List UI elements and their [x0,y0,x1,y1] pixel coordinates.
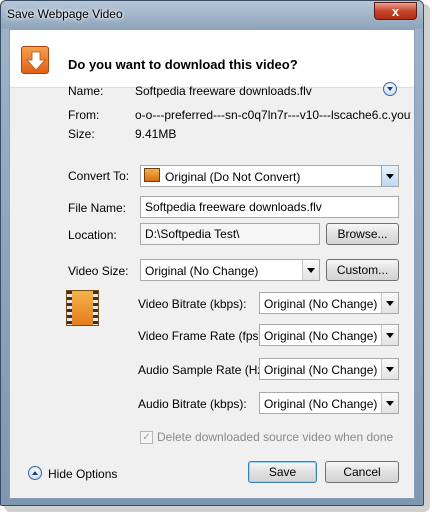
video-size-label: Video Size: [68,264,129,278]
chevron-down-icon [386,366,394,372]
browse-button[interactable]: Browse... [326,223,399,245]
video-size-dropdown-arrow[interactable] [302,260,319,280]
video-size-value: Original (No Change) [145,264,259,278]
convert-to-select[interactable]: Original (Do Not Convert) [140,165,399,187]
video-size-select[interactable]: Original (No Change) [140,259,320,281]
dialog-heading: Do you want to download this video? [68,57,298,72]
video-bitrate-label: Video Bitrate (kbps): [138,297,247,311]
delete-source-label: Delete downloaded source video when done [157,430,394,444]
save-webpage-video-window: Save Webpage Video x Do you want to down… [0,0,424,506]
convert-to-label: Convert To: [68,169,130,183]
custom-size-button[interactable]: Custom... [326,259,399,281]
checkmark-icon: ✓ [142,432,151,443]
frame-rate-label: Video Frame Rate (fps): [138,329,266,343]
chevron-down-icon [386,173,394,179]
frame-rate-dropdown-arrow[interactable] [381,325,398,345]
frame-rate-value: Original (No Change) [264,329,378,343]
convert-to-value: Original (Do Not Convert) [165,170,301,184]
location-field[interactable]: D:\Softpedia Test\ [140,223,320,245]
chevron-down-icon [386,300,394,306]
collapse-up-icon[interactable] [28,466,42,480]
video-bitrate-dropdown-arrow[interactable] [381,293,398,313]
chevron-down-icon [307,267,315,273]
delete-source-checkbox[interactable]: ✓ [140,431,153,444]
name-value: Softpedia freeware downloads.flv [135,84,312,98]
convert-dropdown-arrow[interactable] [381,166,398,186]
name-label: Name: [68,84,104,98]
sample-rate-value: Original (No Change) [264,363,378,377]
title-bar[interactable]: Save Webpage Video x [1,1,423,29]
from-value: o-o---preferred---sn-c0q7ln7r---v10---ls… [135,108,411,122]
size-label: Size: [68,127,95,141]
from-label: From: [68,108,100,122]
save-button[interactable]: Save [248,461,317,483]
location-label: Location: [68,228,117,242]
file-name-label: File Name: [68,201,127,215]
audio-bitrate-value: Original (No Change) [264,397,378,411]
header-band: Do you want to download this video? [10,30,414,88]
download-arrow-icon [21,46,49,74]
cancel-button[interactable]: Cancel [325,461,399,483]
hide-options-link[interactable]: Hide Options [48,467,117,481]
video-format-icon [144,168,160,182]
close-icon: x [391,3,400,19]
video-bitrate-value: Original (No Change) [264,297,378,311]
audio-bitrate-dropdown-arrow[interactable] [381,393,398,413]
sample-rate-label: Audio Sample Rate (Hz): [138,363,271,377]
file-name-input[interactable]: Softpedia freeware downloads.flv [140,196,399,218]
chevron-down-icon [386,400,394,406]
size-value: 9.41MB [135,127,177,141]
film-strip-icon [66,290,99,326]
sample-rate-select[interactable]: Original (No Change) [259,358,399,380]
close-button[interactable]: x [374,2,417,20]
details-expand-icon[interactable] [383,82,397,96]
chevron-down-icon [386,332,394,338]
window-title: Save Webpage Video [7,7,123,21]
video-bitrate-select[interactable]: Original (No Change) [259,292,399,314]
frame-rate-select[interactable]: Original (No Change) [259,324,399,346]
audio-bitrate-select[interactable]: Original (No Change) [259,392,399,414]
audio-bitrate-label: Audio Bitrate (kbps): [138,397,247,411]
sample-rate-dropdown-arrow[interactable] [381,359,398,379]
dialog-body: Do you want to download this video? Name… [9,29,415,499]
